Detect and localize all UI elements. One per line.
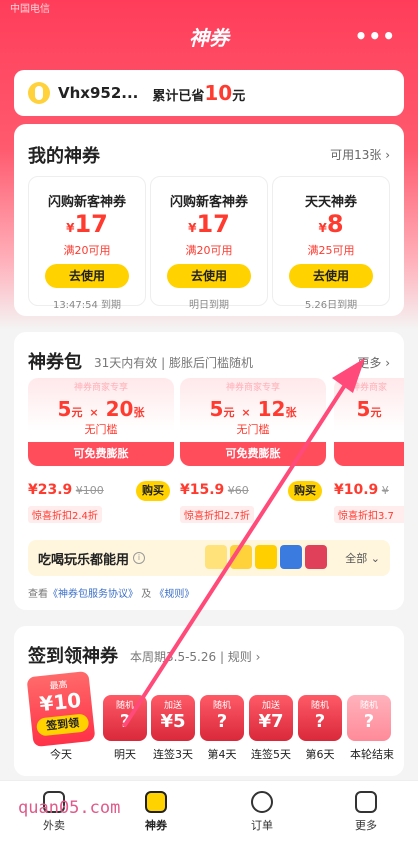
coupon-condition: 满25可用	[307, 244, 355, 257]
tab-more[interactable]: 更多	[336, 791, 396, 833]
checkin-today-card[interactable]: 最高 ¥10 签到领	[26, 670, 96, 748]
more-packs-link[interactable]: 更多 ›	[357, 354, 390, 371]
coupon-name: 闪购新客神券	[169, 195, 248, 210]
pack-item[interactable]: 神券商家专享 5元 × 12张 无门槛 可免费膨胀	[180, 378, 326, 466]
brand-logo	[205, 545, 227, 569]
user-savings-bar: Vhx952... 累计已省10元	[14, 70, 404, 116]
all-brands-link[interactable]: 全部 ⌄	[345, 550, 380, 566]
day-label: 今天	[50, 748, 72, 761]
coupon-expiry: 13:47:54 到期	[52, 300, 122, 311]
coupon-condition: 满20可用	[63, 244, 111, 257]
more-menu-icon[interactable]: •••	[355, 24, 396, 48]
coupon-card: 天天神券 ¥8 满25可用 去使用 5.26日到期	[272, 176, 390, 311]
buy-button[interactable]: 购买	[288, 481, 322, 501]
coupon-amount: ¥8	[318, 210, 344, 238]
coupon-name: 闪购新客神券	[47, 195, 126, 210]
watermark: quan05.com	[18, 798, 121, 818]
brand-logo	[305, 545, 327, 569]
saved-amount: 累计已省10元	[152, 81, 246, 105]
pack-tag: 神券商家专享	[73, 383, 128, 393]
day-label: 连签3天	[153, 748, 193, 761]
discount-badge: 惊喜折扣3.7	[334, 506, 404, 523]
tab-orders[interactable]: 订单	[232, 791, 292, 833]
pack-item[interactable]: 神券商家 5元	[334, 378, 404, 466]
checkin-day: 加送 ¥5	[151, 695, 195, 741]
status-bar: 中国电信	[10, 4, 50, 15]
pack-expand-label: 可免费膨胀	[180, 442, 326, 466]
coupon-icon	[145, 791, 167, 813]
available-coupons-link[interactable]: 可用13张 ›	[330, 146, 390, 163]
coupon-name: 天天神券	[304, 195, 357, 210]
usage-scope-label: 吃喝玩乐都能用	[38, 552, 130, 568]
coupon-amount: ¥17	[66, 210, 108, 238]
checkin-day: 加送 ¥7	[249, 695, 293, 741]
brand-logo	[255, 545, 277, 569]
coupon-pack-title: 神券包	[28, 352, 82, 373]
coupon-card: 闪购新客神券 ¥17 满20可用 去使用 明日到期	[150, 176, 268, 311]
pack-threshold: 无门槛	[236, 423, 270, 436]
checkin-day: 随机?	[103, 695, 147, 741]
coupon-pack-subtitle: 31天内有效 | 膨胀后门槛随机	[94, 356, 253, 370]
coupon-condition: 满20可用	[185, 244, 233, 257]
order-icon	[251, 791, 273, 813]
pack-expand-label: 可免费膨胀	[28, 442, 174, 466]
pack-tag: 神券商家专享	[225, 383, 280, 393]
pack-expand-label	[334, 442, 404, 466]
grid-icon	[355, 791, 377, 813]
checkin-title: 签到领神券	[28, 646, 118, 667]
discount-badge: 惊喜折扣2.7折	[180, 506, 254, 523]
checkin-day: 随机?	[298, 695, 342, 741]
pack-tag: 神券商家	[350, 383, 387, 393]
service-agreement-link[interactable]: 《神券包服务协议》	[48, 589, 138, 600]
tab-coupons[interactable]: 神券	[126, 791, 186, 833]
info-icon[interactable]: i	[133, 552, 146, 564]
my-coupons-title: 我的神券	[28, 146, 100, 167]
agreement-text: 查看《神券包服务协议》 及 《规则》	[28, 589, 195, 600]
brand-logos	[205, 545, 327, 569]
day-label: 连签5天	[251, 748, 291, 761]
username: Vhx952...	[58, 84, 139, 102]
brand-logo	[230, 545, 252, 569]
avatar[interactable]	[28, 82, 50, 104]
discount-badge: 惊喜折扣2.4折	[28, 506, 102, 523]
checkin-period[interactable]: 本周期3.5-5.26 | 规则 ›	[130, 648, 260, 665]
checkin-button[interactable]: 签到领	[35, 713, 90, 737]
pack-threshold: 无门槛	[84, 423, 118, 436]
rules-link[interactable]: 《规则》	[154, 589, 194, 600]
coupon-expiry: 明日到期	[189, 300, 229, 311]
use-coupon-button[interactable]: 去使用	[167, 264, 251, 288]
coupon-card: 闪购新客神券 ¥17 满20可用 去使用 13:47:54 到期	[28, 176, 146, 311]
max-amount: ¥10	[38, 687, 83, 717]
day-label: 明天	[114, 748, 136, 761]
coupon-amount: ¥17	[188, 210, 230, 238]
pack-value: 5元 × 12张	[209, 397, 297, 421]
pack-value: 5元 × 20张	[57, 397, 145, 421]
pack-value: 5元	[356, 397, 382, 421]
day-label: 本轮结束	[350, 748, 394, 761]
checkin-day: 随机?	[347, 695, 391, 741]
day-label: 第4天	[207, 748, 237, 761]
brand-logo	[280, 545, 302, 569]
day-label: 第6天	[305, 748, 335, 761]
pack-item[interactable]: 神券商家专享 5元 × 20张 无门槛 可免费膨胀	[28, 378, 174, 466]
pack-price: ¥15.9 ¥60	[180, 482, 249, 498]
pack-price: ¥10.9 ¥	[334, 482, 389, 498]
coupon-expiry: 5.26日到期	[304, 300, 358, 311]
checkin-day: 随机?	[200, 695, 244, 741]
use-coupon-button[interactable]: 去使用	[289, 264, 373, 288]
buy-button[interactable]: 购买	[136, 481, 170, 501]
use-coupon-button[interactable]: 去使用	[45, 264, 129, 288]
pack-price: ¥23.9 ¥100	[28, 482, 104, 498]
